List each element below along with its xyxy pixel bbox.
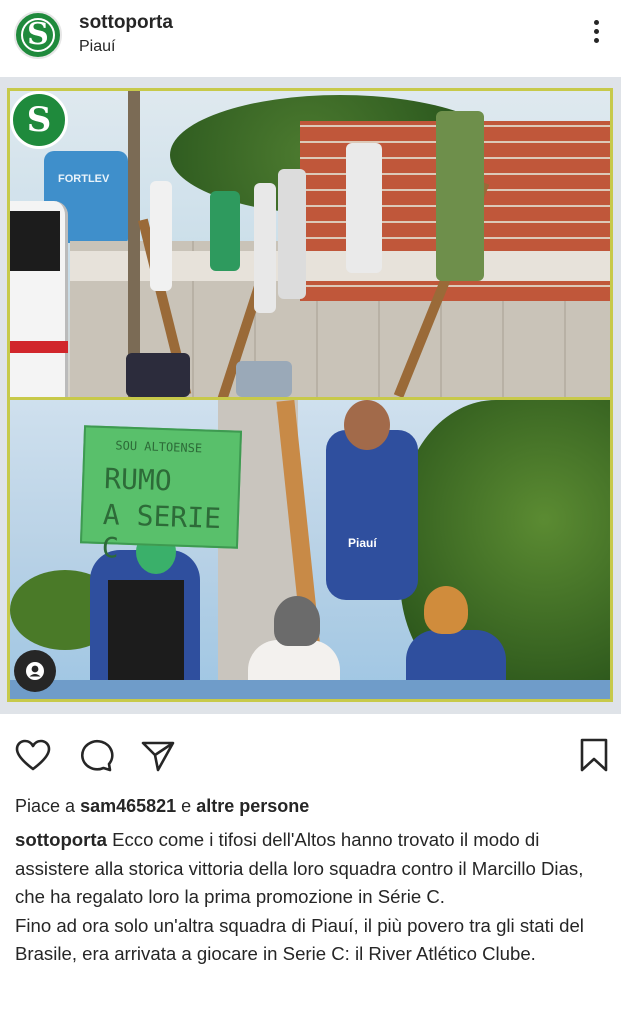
user-tag-icon[interactable] [14,650,56,692]
bookmark-icon[interactable] [574,736,614,776]
post-caption: sottoporta Ecco come i tifosi dell'Altos… [15,826,615,969]
likes-connector: e [181,796,192,816]
fan-figure [254,183,276,313]
post-location[interactable]: Piauí [79,38,115,56]
fan-head [274,596,320,646]
club-logo-badge: S [10,91,68,149]
fan-figure [150,181,172,291]
heart-icon[interactable] [13,736,53,776]
handwritten-sign: SOU ALTOENSE RUMO A SERIE C [79,425,243,565]
fan-figure [236,361,292,397]
sign-line-2: RUMO [103,462,173,498]
fan-figure [126,353,190,397]
photo-panel-fans: SOU ALTOENSE RUMO A SERIE C Piauí [10,400,610,699]
post-username[interactable]: sottoporta [79,12,173,34]
blue-roof-surface [10,680,610,699]
fan-figure: Piauí [326,430,418,600]
fan-figure [210,191,240,271]
water-tower-label: FORTLEV [58,173,110,185]
fan-vest [108,580,184,690]
photo-collage-frame: FORTLEV S SOU ALTOENSE RUMO A SERIE C Pi… [7,88,613,702]
avatar-logo-glyph: S [27,17,49,52]
club-logo-glyph: S [26,100,52,140]
fan-figure [436,111,484,281]
sign-line-3: A SERIE C [101,498,222,565]
fan-head [344,400,390,450]
sign-line-1: SOU ALTOENSE [115,438,203,456]
caption-username[interactable]: sottoporta [15,829,107,850]
send-icon[interactable] [138,736,178,776]
fan-figure [278,169,306,299]
likes-others-link[interactable]: altre persone [196,796,309,816]
fan-figure [346,143,382,273]
caption-paragraph-1: sottoporta Ecco come i tifosi dell'Altos… [15,826,615,912]
post-header: S sottoporta Piauí [0,0,621,78]
shirt-text: Piauí [348,536,377,550]
likes-prefix: Piace a [15,796,76,816]
bus [10,201,68,397]
comment-icon[interactable] [76,736,116,776]
post-photo[interactable]: FORTLEV S SOU ALTOENSE RUMO A SERIE C Pi… [0,77,621,714]
utility-pole [128,91,140,397]
more-vertical-icon[interactable] [584,20,608,50]
likes-summary[interactable]: Piace a sam465821 e altre persone [15,796,309,817]
likes-user-link[interactable]: sam465821 [80,796,176,816]
fan-head [424,586,468,634]
caption-text-2: Fino ad ora solo un'altra squadra di Pia… [15,914,584,965]
photo-panel-wall: FORTLEV S [10,91,610,397]
post-actions-bar [0,730,621,780]
profile-avatar[interactable]: S [14,11,62,59]
